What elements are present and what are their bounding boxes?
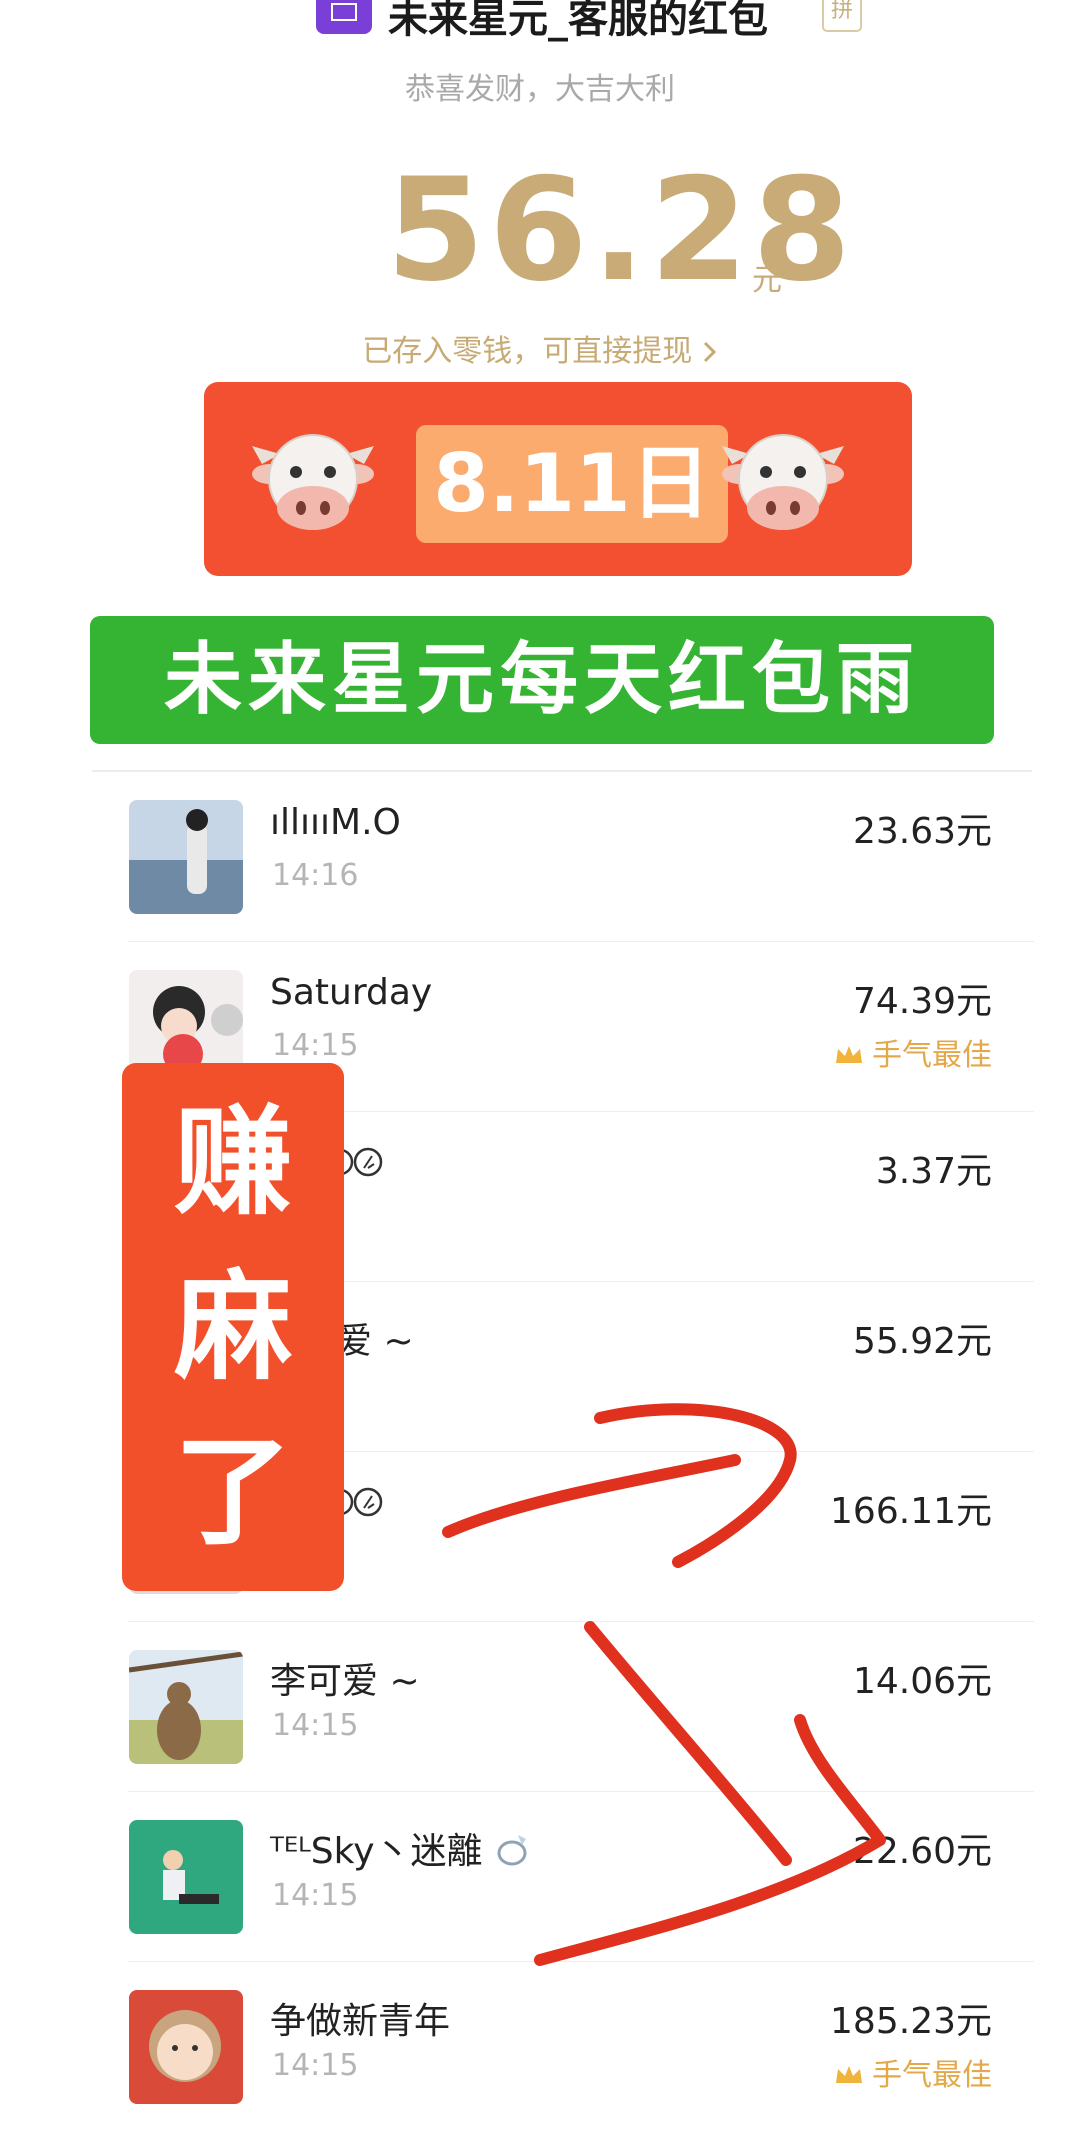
recipient-name: Saturday	[270, 972, 433, 1013]
promo-green-banner: 未来星元每天红包雨	[90, 616, 994, 744]
avatar	[129, 800, 243, 914]
claim-amount: 74.39元	[852, 981, 992, 1022]
recipient-name: 李可爱 ~	[270, 1661, 420, 1702]
best-luck-badge: 手气最佳	[834, 2050, 992, 2095]
claim-amount: 55.92元	[852, 1321, 992, 1362]
list-item[interactable]: 争做新青年 14:15 185.23元 手气最佳	[0, 1962, 1080, 2132]
claim-amount: 3.37元	[875, 1151, 992, 1192]
amount-unit: 元	[752, 263, 782, 298]
pin-badge: 拼	[822, 0, 862, 32]
sender-avatar-icon	[316, 0, 372, 34]
claim-time: 14:15	[272, 1028, 359, 1063]
list-item[interactable]: 李可爱 ~ 14:15 14.06元	[0, 1622, 1080, 1792]
received-amount: 56.28	[386, 148, 856, 313]
list-item[interactable]: ıllıııM.O 14:16 23.63元	[0, 772, 1080, 942]
claim-amount: 14.06元	[852, 1661, 992, 1702]
list-item[interactable]: ᵀᴱᴸSky丶迷離 14:15 22.60元	[0, 1792, 1080, 1962]
promo-char: 赚	[173, 1093, 292, 1231]
chevron-right-icon	[702, 334, 718, 369]
recipient-name: ıllıııM.O	[270, 802, 401, 843]
cow-face-icon	[252, 434, 374, 530]
recipient-name: ᵀᴱᴸSky丶迷離	[270, 1822, 534, 1874]
claim-time: 14:15	[272, 2048, 359, 2083]
promo-char: 麻	[173, 1258, 292, 1396]
wallet-link-label: 已存入零钱，可直接提现	[362, 334, 693, 369]
avatar	[129, 1820, 243, 1934]
crown-icon	[834, 2060, 864, 2095]
avatar	[129, 1990, 243, 2104]
avatar	[129, 1650, 243, 1764]
claim-amount: 166.11元	[830, 1491, 992, 1532]
promo-red-banner: 赚 麻 了	[122, 1063, 344, 1591]
claim-amount: 23.63元	[852, 811, 992, 852]
best-luck-label: 手气最佳	[872, 2058, 992, 2093]
promo-char: 了	[173, 1423, 292, 1561]
ring-icon	[494, 1831, 534, 1872]
claim-amount: 185.23元	[830, 2001, 992, 2042]
claim-time: 14:15	[272, 1708, 359, 1743]
red-packet-title: 未来星元_客服的红包	[388, 0, 768, 42]
recipient-name: 争做新青年	[270, 2001, 451, 2042]
best-luck-label: 手气最佳	[872, 1038, 992, 1073]
greeting-text: 恭喜发财，大吉大利	[405, 72, 675, 107]
claim-time: 14:15	[272, 1878, 359, 1913]
best-luck-badge: 手气最佳	[834, 1030, 992, 1075]
cow-face-icon	[722, 434, 844, 530]
claim-time: 14:16	[272, 858, 359, 893]
wallet-link[interactable]: 已存入零钱，可直接提现	[0, 326, 1080, 370]
crown-icon	[834, 1040, 864, 1075]
date-text: 8.11日	[433, 437, 711, 530]
claim-amount: 22.60元	[852, 1831, 992, 1872]
